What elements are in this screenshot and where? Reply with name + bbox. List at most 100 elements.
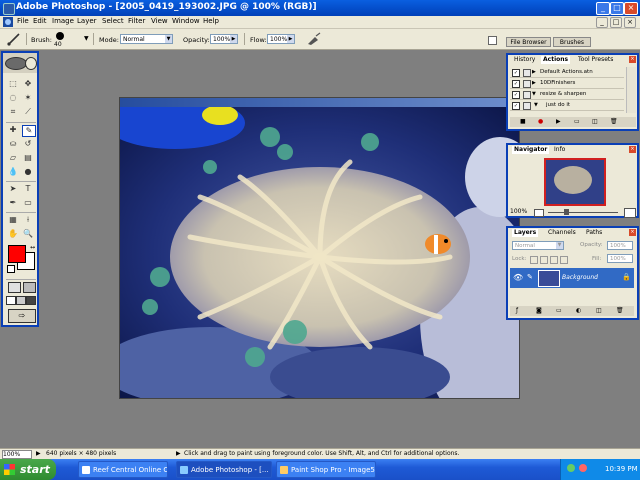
- chevron-down-icon[interactable]: ▼: [532, 89, 536, 99]
- marquee-tool-icon[interactable]: ⬚: [7, 79, 19, 89]
- action-check[interactable]: ✓: [512, 69, 520, 77]
- foreground-color-swatch[interactable]: [8, 245, 26, 263]
- zoom-in-icon[interactable]: [624, 208, 636, 218]
- type-tool-icon[interactable]: T: [22, 184, 34, 194]
- taskbar-item-photoshop[interactable]: Adobe Photoshop - [...: [176, 461, 272, 478]
- layer-opacity-input[interactable]: 100%: [607, 241, 633, 250]
- mode-select[interactable]: Normal ▼: [120, 34, 173, 44]
- jump-to-imageready-icon[interactable]: ⇨: [8, 309, 36, 323]
- doc-close-button[interactable]: ×: [624, 17, 636, 28]
- layer-row-background[interactable]: 👁 ✎ Background 🔒: [510, 268, 634, 288]
- full-screen-mode-icon[interactable]: [26, 296, 36, 305]
- quick-mask-mode-icon[interactable]: [23, 282, 36, 293]
- new-set-icon[interactable]: ▭: [574, 118, 580, 125]
- new-action-icon[interactable]: ◫: [592, 118, 598, 125]
- eyedropper-tool-icon[interactable]: ⟊: [22, 215, 34, 225]
- record-icon[interactable]: ●: [538, 118, 543, 125]
- opacity-input[interactable]: 100% ▶: [210, 34, 238, 44]
- minimize-button[interactable]: _: [596, 2, 610, 15]
- full-screen-menu-mode-icon[interactable]: [16, 296, 26, 305]
- dodge-tool-icon[interactable]: ●: [22, 167, 34, 177]
- lock-transparency-icon[interactable]: [530, 256, 538, 264]
- action-check[interactable]: ✓: [512, 80, 520, 88]
- lock-all-icon[interactable]: [560, 256, 568, 264]
- tab-actions[interactable]: Actions: [541, 56, 571, 64]
- taskbar-item-reef-central[interactable]: Reef Central Online C...: [78, 461, 168, 478]
- doc-minimize-button[interactable]: _: [596, 17, 608, 28]
- tab-layers[interactable]: Layers: [512, 229, 539, 237]
- chevron-right-icon[interactable]: ▶: [532, 67, 536, 77]
- menu-layer[interactable]: Layer: [77, 17, 97, 25]
- menu-window[interactable]: Window: [172, 17, 200, 25]
- new-layer-icon[interactable]: ◫: [596, 307, 602, 314]
- action-check[interactable]: ✓: [512, 91, 520, 99]
- file-browser-tab[interactable]: File Browser: [506, 37, 551, 47]
- brush-tool-icon[interactable]: ✎: [22, 125, 36, 137]
- brush-picker[interactable]: 40: [52, 32, 70, 48]
- palette-well-toggle[interactable]: [488, 36, 497, 45]
- stop-icon[interactable]: ■: [520, 118, 526, 125]
- dialog-toggle[interactable]: [523, 80, 531, 88]
- lock-position-icon[interactable]: [550, 256, 558, 264]
- slice-tool-icon[interactable]: ⟋: [22, 107, 34, 117]
- list-item[interactable]: ✓ ▼ resize & sharpen: [510, 89, 624, 100]
- network-icon[interactable]: [567, 464, 575, 472]
- eraser-tool-icon[interactable]: ▱: [7, 153, 19, 163]
- clone-stamp-tool-icon[interactable]: ⛀: [7, 139, 19, 149]
- brush-tool-preset-icon[interactable]: [6, 32, 22, 46]
- dialog-toggle[interactable]: [523, 91, 531, 99]
- list-item[interactable]: ✓ ▶ 10DFinishers: [510, 78, 624, 89]
- palette-close-icon[interactable]: ×: [629, 146, 636, 153]
- move-tool-icon[interactable]: ✥: [22, 79, 34, 89]
- menu-view[interactable]: View: [151, 17, 168, 25]
- zoom-tool-icon[interactable]: 🔍: [22, 229, 34, 239]
- menu-file[interactable]: File: [17, 17, 29, 25]
- action-check[interactable]: ✓: [512, 102, 520, 110]
- adobe-online-eye-icon[interactable]: [5, 57, 27, 70]
- swap-colors-icon[interactable]: ↔: [30, 244, 35, 251]
- doc-restore-button[interactable]: □: [610, 17, 622, 28]
- chevron-down-icon[interactable]: ▼: [534, 100, 538, 110]
- zoom-slider-thumb[interactable]: [564, 209, 569, 215]
- palette-close-icon[interactable]: ×: [629, 56, 636, 63]
- menu-help[interactable]: Help: [203, 17, 219, 25]
- menu-image[interactable]: Image: [52, 17, 74, 25]
- tab-paths[interactable]: Paths: [584, 229, 604, 237]
- zoom-out-icon[interactable]: [534, 209, 544, 217]
- dialog-toggle[interactable]: [523, 69, 531, 77]
- chevron-right-icon[interactable]: ▶: [176, 450, 181, 457]
- default-colors-icon[interactable]: [7, 265, 15, 273]
- palette-close-icon[interactable]: ×: [629, 229, 636, 236]
- flow-input[interactable]: 100% ▶: [267, 34, 295, 44]
- eye-icon[interactable]: 👁: [513, 273, 523, 282]
- blend-mode-select[interactable]: Normal ▼: [512, 241, 564, 250]
- adjustment-layer-icon[interactable]: ◐: [576, 307, 581, 314]
- trash-icon[interactable]: 🗑: [610, 118, 618, 125]
- navigator-zoom[interactable]: 100%: [510, 208, 527, 215]
- tab-history[interactable]: History: [512, 56, 537, 64]
- adobe-online-icon[interactable]: [25, 57, 37, 70]
- history-brush-tool-icon[interactable]: ↺: [22, 139, 34, 149]
- tab-info[interactable]: Info: [552, 146, 567, 154]
- standard-mode-icon[interactable]: [8, 282, 21, 293]
- fill-input[interactable]: 100%: [607, 254, 633, 263]
- navigator-thumbnail[interactable]: [544, 158, 606, 206]
- menu-select[interactable]: Select: [102, 17, 124, 25]
- shape-tool-icon[interactable]: ▭: [22, 198, 34, 208]
- play-icon[interactable]: ▶: [556, 118, 561, 125]
- magic-wand-tool-icon[interactable]: ✶: [22, 93, 34, 103]
- antivirus-icon[interactable]: [579, 464, 587, 472]
- dialog-toggle[interactable]: [523, 102, 531, 110]
- list-item[interactable]: ✓ ▼ just do it: [510, 100, 624, 111]
- crop-tool-icon[interactable]: ⌗: [7, 107, 19, 117]
- tab-channels[interactable]: Channels: [546, 229, 578, 237]
- menu-filter[interactable]: Filter: [128, 17, 145, 25]
- maximize-button[interactable]: □: [610, 2, 624, 15]
- taskbar-item-paint-shop-pro[interactable]: Paint Shop Pro - Image5: [276, 461, 376, 478]
- brush-link-icon[interactable]: ✎: [527, 273, 533, 281]
- hand-tool-icon[interactable]: ✋: [7, 229, 19, 239]
- path-selection-tool-icon[interactable]: ➤: [7, 184, 19, 194]
- list-item[interactable]: ✓ ▶ Default Actions.atn: [510, 67, 624, 78]
- chevron-right-icon[interactable]: ▶: [36, 450, 41, 457]
- layer-style-icon[interactable]: ƒ: [516, 307, 518, 314]
